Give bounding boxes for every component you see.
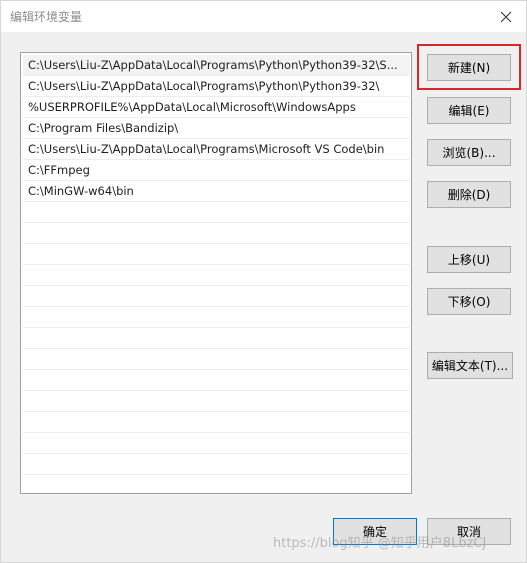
empty-row[interactable] (23, 391, 410, 412)
edit-button[interactable]: 编辑(E) (427, 97, 511, 124)
empty-row[interactable] (23, 475, 410, 493)
delete-button[interactable]: 删除(D) (427, 181, 511, 208)
path-item[interactable]: C:\FFmpeg (23, 160, 410, 181)
empty-row[interactable] (23, 412, 410, 433)
edit-text-button[interactable]: 编辑文本(T)... (427, 352, 513, 379)
move-up-button[interactable]: 上移(U) (427, 246, 511, 273)
empty-row[interactable] (23, 244, 410, 265)
window-title: 编辑环境变量 (10, 10, 83, 24)
path-item[interactable]: C:\Users\Liu-Z\AppData\Local\Programs\Mi… (23, 139, 410, 160)
title-bar: 编辑环境变量 (1, 1, 526, 32)
empty-row[interactable] (23, 265, 410, 286)
empty-row[interactable] (23, 223, 410, 244)
empty-row[interactable] (23, 454, 410, 475)
path-item[interactable]: C:\Users\Liu-Z\AppData\Local\Programs\Py… (23, 55, 410, 76)
empty-row[interactable] (23, 433, 410, 454)
path-item[interactable]: C:\Program Files\Bandizip\ (23, 118, 410, 139)
empty-row[interactable] (23, 349, 410, 370)
empty-row[interactable] (23, 370, 410, 391)
close-icon (500, 11, 512, 22)
path-item[interactable]: %USERPROFILE%\AppData\Local\Microsoft\Wi… (23, 97, 410, 118)
empty-row[interactable] (23, 286, 410, 307)
path-list[interactable]: C:\Users\Liu-Z\AppData\Local\Programs\Py… (20, 52, 412, 494)
empty-row[interactable] (23, 307, 410, 328)
move-down-button[interactable]: 下移(O) (427, 288, 511, 315)
path-item[interactable]: C:\Users\Liu-Z\AppData\Local\Programs\Py… (23, 76, 410, 97)
close-button[interactable] (486, 1, 526, 32)
ok-button[interactable]: 确定 (333, 518, 417, 545)
edit-env-var-dialog: 编辑环境变量 C:\Users\Liu-Z\AppData\Local\Prog… (0, 0, 527, 563)
new-button[interactable]: 新建(N) (427, 54, 511, 81)
path-item[interactable]: C:\MinGW-w64\bin (23, 181, 410, 202)
empty-row[interactable] (23, 328, 410, 349)
empty-row[interactable] (23, 202, 410, 223)
cancel-button[interactable]: 取消 (427, 518, 511, 545)
browse-button[interactable]: 浏览(B)... (427, 139, 511, 166)
